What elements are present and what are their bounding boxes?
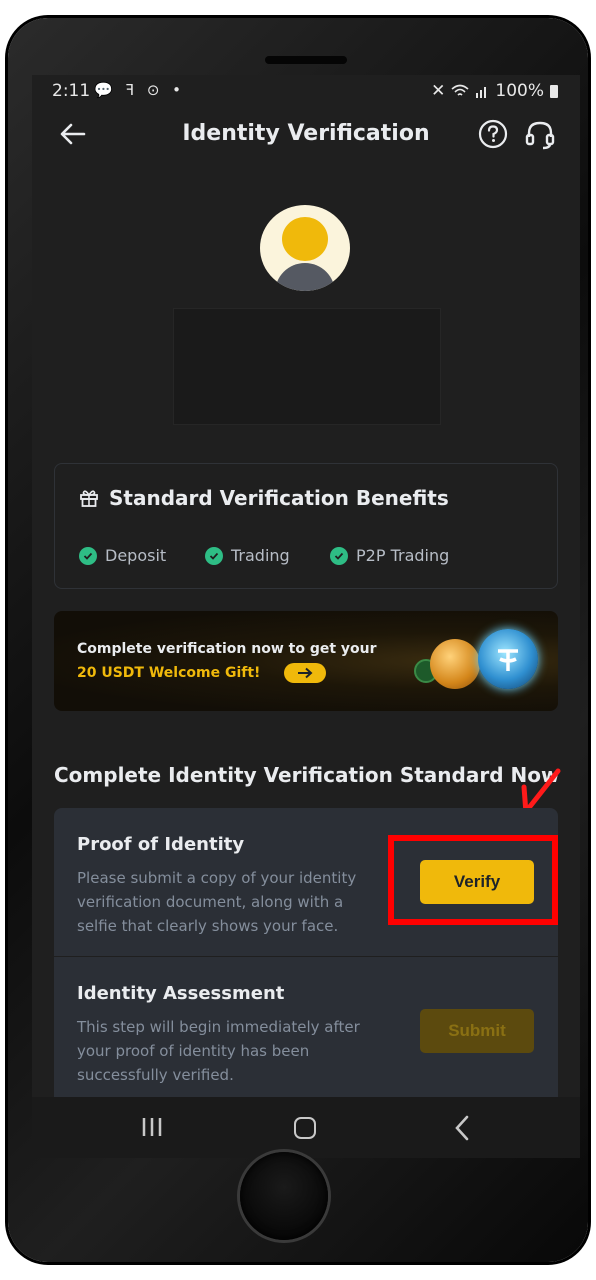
step-title: Identity Assessment bbox=[77, 983, 285, 1004]
step-identity-assessment: Identity Assessment This step will begin… bbox=[54, 957, 558, 1117]
avatar bbox=[260, 205, 350, 291]
wifi-icon bbox=[451, 84, 469, 96]
signal-icon bbox=[476, 87, 487, 98]
system-nav-bar bbox=[32, 1097, 580, 1158]
step-description: Please submit a copy of your identity ve… bbox=[77, 869, 357, 935]
banner-text: Complete verification now to get your bbox=[77, 641, 377, 657]
avatar-head bbox=[282, 217, 328, 261]
gift-icon bbox=[80, 490, 98, 507]
status-bar: 2:11 💬 ꟻ ⊙ • ✕ 100% bbox=[32, 75, 580, 107]
benefit-deposit: Deposit bbox=[79, 546, 166, 565]
check-icon bbox=[79, 546, 97, 565]
benefit-p2p-trading: P2P Trading bbox=[330, 546, 449, 565]
verify-highlight-box bbox=[388, 835, 558, 925]
step-description: This step will begin immediately after y… bbox=[77, 1018, 360, 1084]
nav-back-icon[interactable] bbox=[452, 1115, 472, 1141]
benefit-label: P2P Trading bbox=[356, 546, 450, 565]
headset-support-icon[interactable] bbox=[524, 119, 556, 151]
usdt-coin-icon bbox=[478, 629, 538, 689]
benefit-label: Deposit bbox=[105, 546, 167, 565]
banner-arrow-button[interactable] bbox=[284, 663, 326, 683]
benefits-title: Standard Verification Benefits bbox=[109, 486, 449, 510]
coin-gold-icon bbox=[430, 639, 480, 689]
top-bar: Identity Verification bbox=[32, 111, 580, 159]
welcome-gift-banner[interactable]: Complete verification now to get your 20… bbox=[54, 611, 558, 711]
app-screen: 2:11 💬 ꟻ ⊙ • ✕ 100% Identity Verificatio… bbox=[32, 75, 580, 1158]
benefits-card: Standard Verification Benefits Deposit T… bbox=[54, 463, 558, 589]
status-right: ✕ 100% bbox=[431, 81, 558, 101]
phone-frame: 2:11 💬 ꟻ ⊙ • ✕ 100% Identity Verificatio… bbox=[8, 18, 588, 1262]
notification-icons: 💬 ꟻ ⊙ • bbox=[94, 81, 186, 99]
banner-gift-text: 20 USDT Welcome Gift! bbox=[77, 665, 261, 681]
benefit-trading: Trading bbox=[205, 546, 290, 565]
arrow-right-icon bbox=[298, 667, 313, 679]
check-icon bbox=[330, 546, 348, 565]
battery-icon bbox=[550, 84, 558, 98]
phone-speaker bbox=[265, 56, 347, 64]
redacted-user-info bbox=[173, 308, 441, 425]
submit-button[interactable]: Submit bbox=[420, 1009, 534, 1053]
avatar-body bbox=[275, 263, 335, 291]
status-time: 2:11 bbox=[52, 81, 91, 101]
benefits-heading: Standard Verification Benefits bbox=[79, 486, 449, 510]
help-icon[interactable] bbox=[478, 119, 508, 149]
benefit-label: Trading bbox=[231, 546, 290, 565]
recent-apps-icon[interactable] bbox=[140, 1117, 164, 1137]
home-icon[interactable] bbox=[294, 1117, 316, 1139]
physical-home-button[interactable] bbox=[240, 1152, 328, 1240]
mute-icon: ✕ bbox=[431, 81, 446, 101]
section-heading: Complete Identity Verification Standard … bbox=[54, 763, 560, 787]
check-icon bbox=[205, 546, 223, 565]
battery-percent: 100% bbox=[495, 81, 544, 101]
step-title: Proof of Identity bbox=[77, 834, 245, 855]
